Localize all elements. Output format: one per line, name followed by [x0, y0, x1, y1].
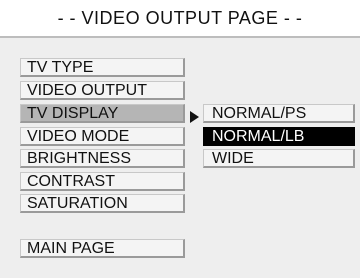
option-normal-lb[interactable]: NORMAL/LB [203, 127, 355, 146]
menu-item-video-output[interactable]: VIDEO OUTPUT [20, 81, 185, 100]
osd-screen: - - VIDEO OUTPUT PAGE - - TV TYPE VIDEO … [0, 0, 360, 278]
menu-item-saturation[interactable]: SATURATION [20, 194, 185, 213]
page-header: - - VIDEO OUTPUT PAGE - - [0, 0, 360, 38]
menu-item-tv-display[interactable]: TV DISPLAY [20, 104, 185, 123]
option-normal-ps[interactable]: NORMAL/PS [203, 104, 355, 123]
menu-item-brightness[interactable]: BRIGHTNESS [20, 149, 185, 168]
menu-item-video-mode[interactable]: VIDEO MODE [20, 127, 185, 146]
page-title: - - VIDEO OUTPUT PAGE - - [57, 8, 303, 28]
option-wide[interactable]: WIDE [203, 149, 355, 168]
menu-item-tv-type[interactable]: TV TYPE [20, 58, 185, 77]
main-page-button[interactable]: MAIN PAGE [20, 239, 185, 258]
menu-item-contrast[interactable]: CONTRAST [20, 172, 185, 191]
right-triangle-icon [190, 111, 199, 123]
